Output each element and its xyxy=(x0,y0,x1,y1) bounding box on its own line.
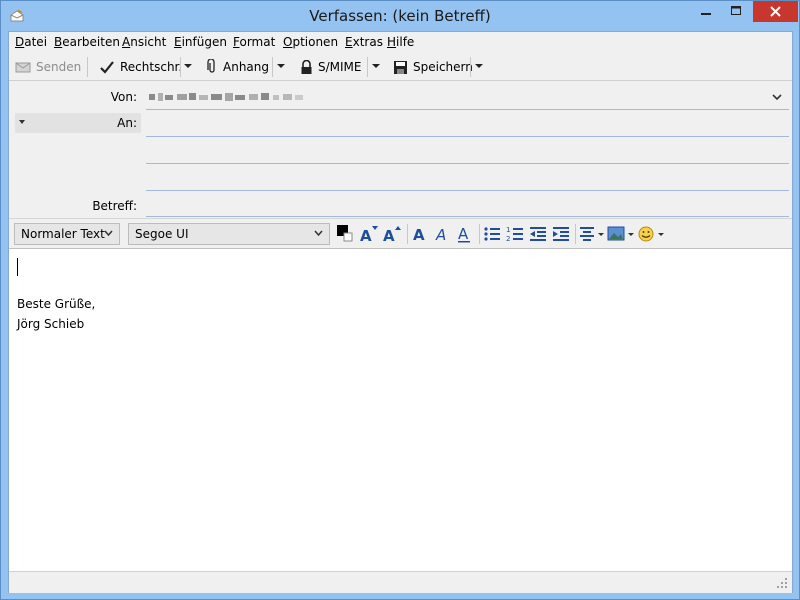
toolbar-separator xyxy=(272,57,273,77)
window-title: Verfassen: (kein Betreff) xyxy=(309,7,491,25)
menu-optionen[interactable]: Optionen xyxy=(283,35,338,49)
main-toolbar: Senden Rechtschr. Anhang S/MIME Speicher… xyxy=(9,54,792,80)
close-icon xyxy=(770,6,781,17)
format-separator xyxy=(407,224,408,244)
italic-icon[interactable]: A xyxy=(434,224,452,244)
spellcheck-button[interactable]: Rechtschr. xyxy=(99,57,182,77)
spellcheck-dropdown-icon[interactable] xyxy=(183,61,193,71)
signature-line: Jörg Schieb xyxy=(17,317,85,331)
close-button[interactable] xyxy=(753,1,798,22)
checkmark-icon xyxy=(100,61,114,74)
format-separator xyxy=(479,224,480,244)
text-caret xyxy=(17,258,18,276)
recipient-row-3-underline[interactable] xyxy=(146,190,789,191)
toolbar-separator xyxy=(470,57,471,77)
attach-button[interactable]: Anhang xyxy=(206,57,269,77)
minimize-button[interactable] xyxy=(692,1,720,22)
attach-dropdown-icon[interactable] xyxy=(276,61,286,71)
insert-image-icon[interactable] xyxy=(607,224,635,244)
svg-text:A: A xyxy=(435,226,446,244)
align-center-icon[interactable] xyxy=(579,224,605,244)
save-label: Speichern xyxy=(413,60,473,74)
smime-label: S/MIME xyxy=(318,60,362,74)
minimize-icon xyxy=(701,13,711,15)
save-button[interactable]: Speichern xyxy=(393,57,473,77)
compose-window: Verfassen: (kein Betreff) Datei Bearbeit… xyxy=(0,0,800,600)
font-family-value: Segoe UI xyxy=(135,227,189,241)
indent-icon[interactable] xyxy=(552,224,570,244)
svg-text:A: A xyxy=(360,227,372,244)
signature-line: Beste Grüße, xyxy=(17,297,96,311)
bulleted-list-icon[interactable] xyxy=(483,224,501,244)
svg-text:2: 2 xyxy=(506,235,510,243)
menu-bearbeiten[interactable]: Bearbeiten xyxy=(54,35,120,49)
smime-dropdown-icon[interactable] xyxy=(371,61,381,71)
smiley-icon[interactable] xyxy=(637,224,665,244)
message-body-editor[interactable]: Beste Grüße, Jörg Schieb xyxy=(9,248,792,571)
svg-text:A: A xyxy=(458,225,469,243)
svg-text:A: A xyxy=(383,227,395,244)
from-field-underline xyxy=(146,109,789,110)
toolbar-separator xyxy=(87,57,88,77)
to-label: An: xyxy=(117,116,137,130)
svg-text:1: 1 xyxy=(506,226,510,234)
send-label: Senden xyxy=(36,60,82,74)
format-separator xyxy=(575,224,576,244)
bold-icon[interactable]: A xyxy=(411,224,429,244)
spellcheck-label: Rechtschr. xyxy=(120,60,183,74)
title-bar[interactable]: Verfassen: (kein Betreff) xyxy=(1,1,799,31)
toolbar-separator xyxy=(180,57,181,77)
from-dropdown-icon[interactable] xyxy=(772,94,782,102)
address-header: Von: An: Betreff: xyxy=(9,80,792,218)
recipient-type-dropdown-icon xyxy=(19,120,25,124)
from-label: Von: xyxy=(110,90,137,104)
toolbar-separator xyxy=(367,57,368,77)
menu-bar: Datei Bearbeiten Ansicht Einfügen Format… xyxy=(9,32,792,54)
status-bar xyxy=(9,571,792,593)
maximize-button[interactable] xyxy=(722,1,750,22)
font-larger-icon[interactable]: A xyxy=(382,224,402,244)
paragraph-style-value: Normaler Text xyxy=(21,227,105,241)
floppy-disk-icon xyxy=(394,60,407,74)
format-toolbar: Normaler Text Segoe UI A A A A A 1 2 xyxy=(9,218,792,248)
subject-field-underline[interactable] xyxy=(146,216,789,217)
lock-icon xyxy=(301,59,312,74)
maximize-icon xyxy=(731,6,741,15)
subject-label: Betreff: xyxy=(92,199,137,213)
menu-datei[interactable]: Datei xyxy=(15,35,47,49)
to-field-underline[interactable] xyxy=(146,136,789,137)
menu-hilfe[interactable]: Hilfe xyxy=(387,35,414,49)
menu-ansicht[interactable]: Ansicht xyxy=(122,35,166,49)
from-address-redacted xyxy=(149,93,303,101)
client-area: Datei Bearbeiten Ansicht Einfügen Format… xyxy=(8,31,793,593)
chevron-down-icon xyxy=(314,230,323,237)
save-dropdown-icon[interactable] xyxy=(474,61,484,71)
numbered-list-icon[interactable]: 12 xyxy=(506,224,524,244)
recipient-row-2-underline[interactable] xyxy=(146,163,789,164)
send-button[interactable]: Senden xyxy=(15,57,81,77)
menu-extras[interactable]: Extras xyxy=(345,35,383,49)
menu-einfuegen[interactable]: Einfügen xyxy=(174,35,227,49)
text-color-icon[interactable] xyxy=(335,224,355,244)
svg-text:A: A xyxy=(413,226,425,244)
resize-grip-icon[interactable] xyxy=(776,577,788,589)
send-icon xyxy=(15,62,31,73)
smime-button[interactable]: S/MIME xyxy=(300,57,362,77)
menu-format[interactable]: Format xyxy=(233,35,275,49)
recipient-type-selector[interactable]: An: xyxy=(15,113,141,133)
paperclip-icon xyxy=(207,59,215,73)
chevron-down-icon xyxy=(104,230,113,237)
underline-icon[interactable]: A xyxy=(456,224,474,244)
paragraph-style-select[interactable]: Normaler Text xyxy=(14,223,120,245)
font-smaller-icon[interactable]: A xyxy=(359,224,379,244)
outdent-icon[interactable] xyxy=(529,224,547,244)
font-family-select[interactable]: Segoe UI xyxy=(128,223,330,245)
attach-label: Anhang xyxy=(223,60,269,74)
